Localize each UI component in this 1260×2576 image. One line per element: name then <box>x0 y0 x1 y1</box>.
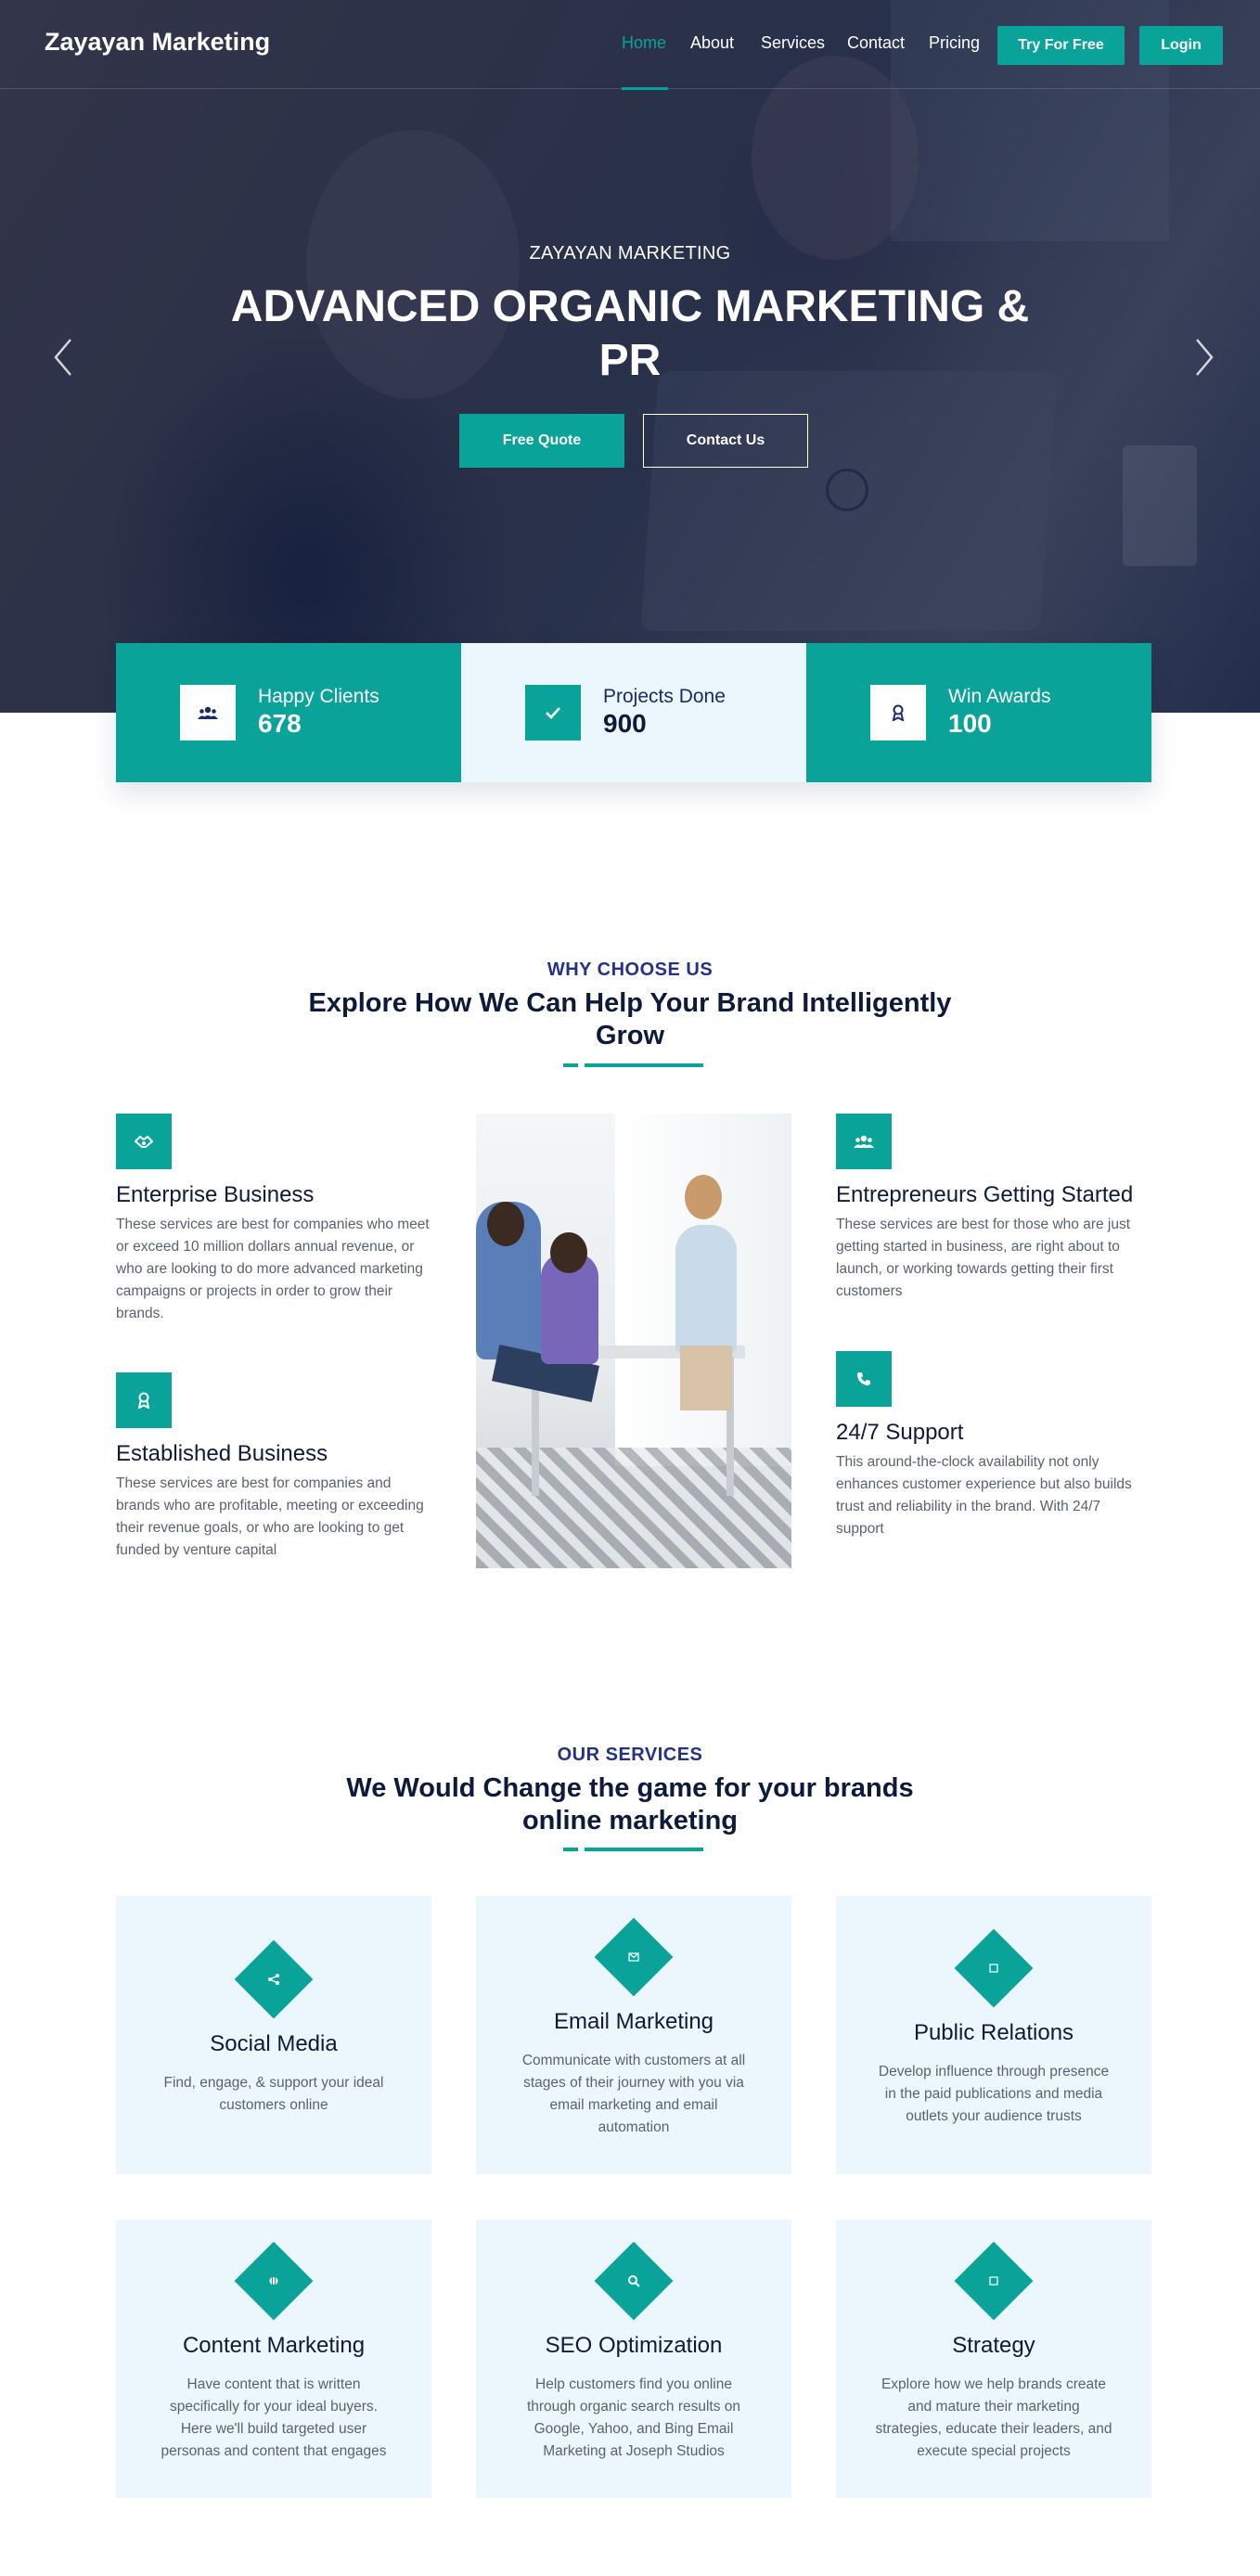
try-for-free-button[interactable]: Try For Free <box>997 26 1125 65</box>
section-eyebrow: WHY CHOOSE US <box>546 960 714 980</box>
service-card-strategy[interactable]: Strategy Explore how we help brands crea… <box>836 2220 1151 2498</box>
feature-enterprise-business: Enterprise Business These services are b… <box>116 1114 436 1325</box>
stat-value: 900 <box>603 709 647 738</box>
search-icon <box>606 2253 662 2309</box>
service-card-public-relations[interactable]: Public Relations Develop influence throu… <box>836 1896 1151 2174</box>
envelope-icon <box>606 1929 662 1985</box>
login-button[interactable]: Login <box>1139 26 1223 65</box>
feature-established-business: Established Business These services are … <box>116 1372 436 1562</box>
service-title: Email Marketing <box>553 2009 714 2034</box>
section-divider-long <box>585 1063 703 1067</box>
stat-value: 100 <box>948 709 992 738</box>
section-eyebrow: OUR SERVICES <box>557 1745 703 1765</box>
team-meeting-photo <box>476 1114 791 1568</box>
content-icon <box>246 2253 302 2309</box>
feature-title: 24/7 Support <box>836 1420 964 1445</box>
photo-person-head <box>550 1232 587 1273</box>
photo-presenter-head <box>685 1175 722 1219</box>
service-title: Strategy <box>952 2333 1035 2358</box>
stat-label: Projects Done <box>603 686 726 707</box>
photo-floor <box>476 1448 791 1568</box>
stat-happy-clients: Happy Clients 678 <box>116 643 461 782</box>
service-card-content-marketing[interactable]: Content Marketing Have content that is w… <box>116 2220 431 2498</box>
check-icon <box>525 685 581 741</box>
service-card-seo-optimization[interactable]: SEO Optimization Help customers find you… <box>476 2220 791 2498</box>
feature-title: Established Business <box>116 1441 328 1466</box>
section-divider-short <box>563 1848 578 1851</box>
service-description: Find, engage, & support your ideal custo… <box>163 2075 384 2113</box>
nav-link-contact[interactable]: Contact <box>847 33 905 53</box>
nav-link-about[interactable]: About <box>690 33 734 53</box>
contact-us-button[interactable]: Contact Us <box>643 414 808 468</box>
nav-link-home[interactable]: Home <box>622 33 666 53</box>
site-logo[interactable]: Zayayan Marketing <box>45 28 270 57</box>
users-icon <box>180 685 236 741</box>
users-icon <box>836 1114 892 1169</box>
feature-title: Enterprise Business <box>116 1182 315 1207</box>
share-icon <box>246 1951 302 2007</box>
photo-presenter-skirt <box>680 1346 732 1410</box>
service-title: Public Relations <box>913 2020 1074 2045</box>
award-icon <box>870 685 926 741</box>
phone-icon <box>836 1351 892 1407</box>
handshake-icon <box>116 1114 172 1169</box>
chevron-right-icon[interactable] <box>1189 334 1217 380</box>
service-title: SEO Optimization <box>545 2333 723 2358</box>
nav-link-services[interactable]: Services <box>761 33 825 53</box>
section-divider-long <box>585 1848 703 1851</box>
photo-person-head <box>487 1202 524 1246</box>
photo-presenter <box>675 1225 737 1355</box>
service-description: Help customers find you online through o… <box>526 2376 741 2459</box>
top-navbar: Zayayan Marketing Home About Services Co… <box>0 0 1260 90</box>
feature-title: Entrepreneurs Getting Started <box>836 1182 1134 1207</box>
service-description: Have content that is written specificall… <box>161 2376 387 2459</box>
nav-link-pricing[interactable]: Pricing <box>929 33 980 53</box>
section-divider-short <box>563 1063 578 1067</box>
service-title: Social Media <box>210 2031 338 2056</box>
free-quote-button[interactable]: Free Quote <box>459 414 624 468</box>
section-title: We Would Change the game for your brands… <box>346 1773 914 1835</box>
service-card-email-marketing[interactable]: Email Marketing Communicate with custome… <box>476 1896 791 2174</box>
megaphone-icon <box>966 1940 1022 1996</box>
hero-subtitle: ZAYAYAN MARKETING <box>529 243 731 264</box>
section-title: Explore How We Can Help Your Brand Intel… <box>308 988 952 1050</box>
award-icon <box>116 1372 172 1428</box>
stat-label: Happy Clients <box>258 686 379 707</box>
hero-title: ADVANCED ORGANIC MARKETING & PR <box>230 282 1030 385</box>
service-description: Develop influence through presence in th… <box>878 2064 1110 2124</box>
stat-label: Win Awards <box>948 686 1051 707</box>
stat-value: 678 <box>258 709 302 738</box>
stat-win-awards: Win Awards 100 <box>806 643 1151 782</box>
chevron-left-icon[interactable] <box>50 334 78 380</box>
nav-active-indicator <box>622 87 668 90</box>
feature-description: These services are best for those who ar… <box>836 1217 1131 1299</box>
service-title: Content Marketing <box>182 2333 366 2358</box>
feature-description: This around-the-clock availability not o… <box>836 1454 1132 1537</box>
stat-projects-done: Projects Done 900 <box>461 643 806 782</box>
hero-section: Zayayan Marketing Home About Services Co… <box>0 0 1260 713</box>
stats-bar: Happy Clients 678 Projects Done 900 Win … <box>116 643 1151 782</box>
feature-description: These services are best for companies wh… <box>116 1217 430 1321</box>
service-description: Explore how we help brands create and ma… <box>875 2376 1112 2459</box>
feature-description: These services are best for companies an… <box>116 1475 424 1558</box>
feature-24-7-support: 24/7 Support This around-the-clock avail… <box>836 1351 1161 1540</box>
service-description: Communicate with customers at all stages… <box>521 2053 746 2135</box>
strategy-icon <box>966 2253 1022 2309</box>
feature-entrepreneurs: Entrepreneurs Getting Started These serv… <box>836 1114 1161 1303</box>
service-card-social-media[interactable]: Social Media Find, engage, & support you… <box>116 1896 431 2174</box>
